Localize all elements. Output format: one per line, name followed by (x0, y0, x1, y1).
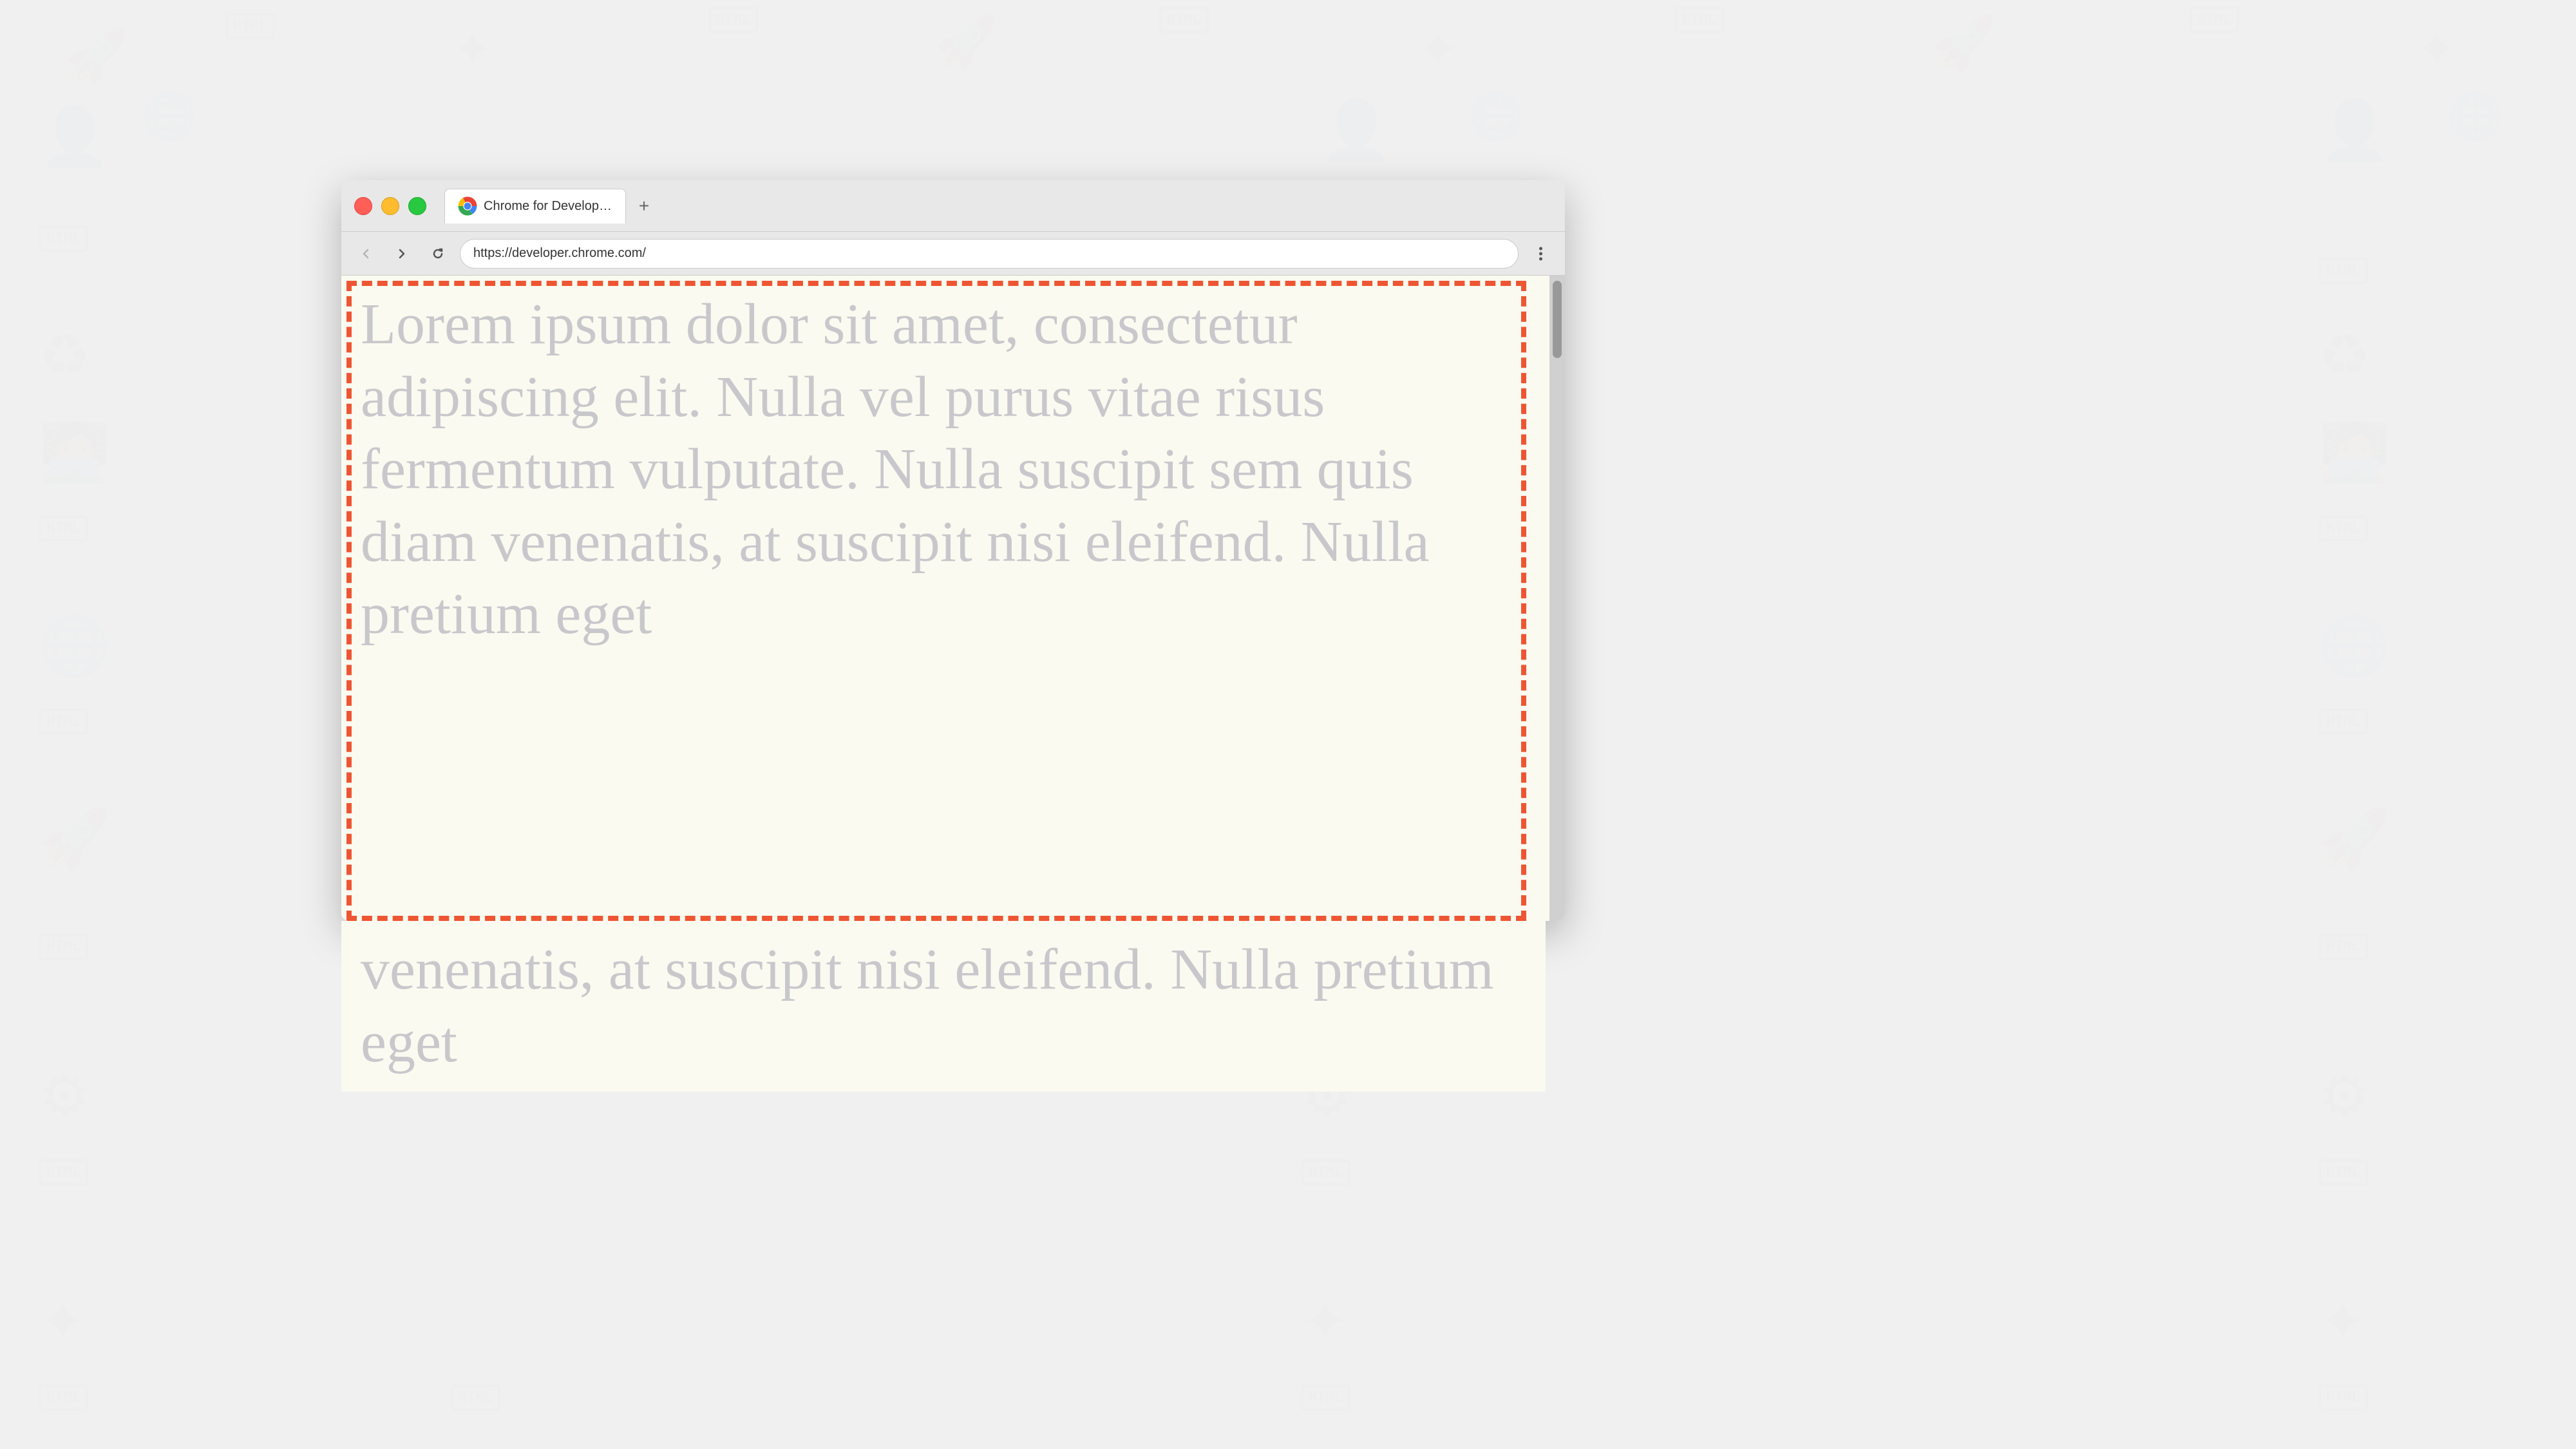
bg-globe-bottom-1: 🌐 (39, 612, 111, 679)
bg-person-2: 👤 (1320, 97, 1392, 164)
bg-html-vbot-3: HTML (1301, 1385, 1350, 1411)
traffic-lights (354, 197, 426, 215)
reload-icon (431, 247, 444, 260)
bg-html-vlow-3: HTML (2318, 934, 2368, 960)
bg-star-bot-2: ✦ (1301, 1288, 1349, 1356)
bg-rocket-2: 🚀 (934, 13, 998, 73)
scrollbar-thumb[interactable] (1553, 281, 1562, 358)
bg-cog-1: ⚙ (39, 1063, 91, 1130)
bg-star-icon-1: ✦ (451, 19, 494, 79)
bg-html-bot-1: HTML (39, 1159, 88, 1186)
bg-person-icon: 👤 (39, 103, 111, 171)
forward-button[interactable] (388, 240, 416, 268)
nav-bar: https://developer.chrome.com/ (341, 232, 1565, 276)
bg-globe-2: 🌐 (1468, 90, 1524, 143)
minimize-button[interactable] (381, 197, 399, 215)
bg-person-bottom-1: 🧑‍💻 (39, 419, 111, 486)
bg-html-badge-4: HTML (1674, 6, 1724, 33)
scrollbar[interactable] (1549, 276, 1565, 921)
bg-rocket-3: 🚀 (1932, 13, 1996, 73)
bg-html-vbot-4: HTML (2318, 1385, 2368, 1411)
back-arrow-icon (359, 247, 372, 260)
bg-star-bot-1: ✦ (39, 1288, 87, 1356)
content-area: Lorem ipsum dolor sit amet, consectetur … (341, 276, 1565, 921)
forward-arrow-icon (395, 247, 408, 260)
bg-html-bottom-3: HTML (2318, 515, 2368, 542)
maximize-button[interactable] (408, 197, 426, 215)
bg-html-badge-1: HTML (225, 13, 275, 39)
below-browser-text: venenatis, at suscipit nisi eleifend. Nu… (341, 921, 1546, 1092)
bg-html-badge-2: HTML (708, 6, 758, 33)
bg-rocket-low-1: 🚀 (39, 805, 111, 873)
reload-button[interactable] (424, 240, 452, 268)
three-dots-icon (1539, 247, 1542, 261)
bg-recycle-icon: ♻ (39, 322, 91, 390)
menu-button[interactable] (1526, 240, 1555, 268)
tab-title: Chrome for Developers (484, 199, 612, 214)
lorem-ipsum-text: Lorem ipsum dolor sit amet, consectetur … (361, 289, 1520, 921)
back-button[interactable] (352, 240, 380, 268)
bg-html-low-3: HTML (2318, 708, 2368, 735)
bg-html-low-1: HTML (39, 708, 88, 735)
tab-area: Chrome for Developers + (444, 189, 1552, 223)
bg-html-vlow-1: HTML (39, 934, 88, 960)
bg-html-bot-2: HTML (1301, 1159, 1350, 1186)
browser-tab[interactable]: Chrome for Developers (444, 189, 626, 223)
bg-cog-3: ⚙ (2318, 1063, 2371, 1130)
bg-html-badge-right: HTML (2318, 258, 2368, 284)
bg-recycle-3: ♻ (2318, 322, 2371, 390)
bg-globe-icon: 🌐 (142, 90, 198, 143)
bg-globe-3: 🌐 (2447, 90, 2503, 143)
bg-rocket-icon: 🚀 (64, 26, 129, 86)
bg-star-3: ✦ (2415, 19, 2458, 79)
title-bar: Chrome for Developers + (341, 180, 1565, 232)
bg-html-badge-5: HTML (2190, 6, 2239, 33)
bg-html-badge-left: HTML (39, 225, 88, 252)
address-bar[interactable]: https://developer.chrome.com/ (460, 239, 1519, 269)
bg-html-bottom-1: HTML (39, 515, 88, 542)
bg-rocket-low-3: 🚀 (2318, 805, 2391, 873)
browser-window: Chrome for Developers + https://develope… (341, 180, 1565, 921)
url-text: https://developer.chrome.com/ (473, 246, 646, 261)
bg-person-3: 👤 (2318, 97, 2391, 164)
chrome-favicon (458, 196, 477, 216)
bg-person-bottom-3: 🧑‍💻 (2318, 419, 2391, 486)
bg-html-bot-3: HTML (2318, 1159, 2368, 1186)
bg-html-badge-3: HTML (1159, 6, 1209, 33)
close-button[interactable] (354, 197, 372, 215)
bg-star-bot-3: ✦ (2318, 1288, 2367, 1356)
bg-star-2: ✦ (1417, 19, 1460, 79)
bg-globe-bottom-3: 🌐 (2318, 612, 2391, 679)
bg-html-vbot-2: HTML (451, 1385, 500, 1411)
new-tab-button[interactable]: + (631, 193, 657, 219)
bg-html-vbot-1: HTML (39, 1385, 88, 1411)
